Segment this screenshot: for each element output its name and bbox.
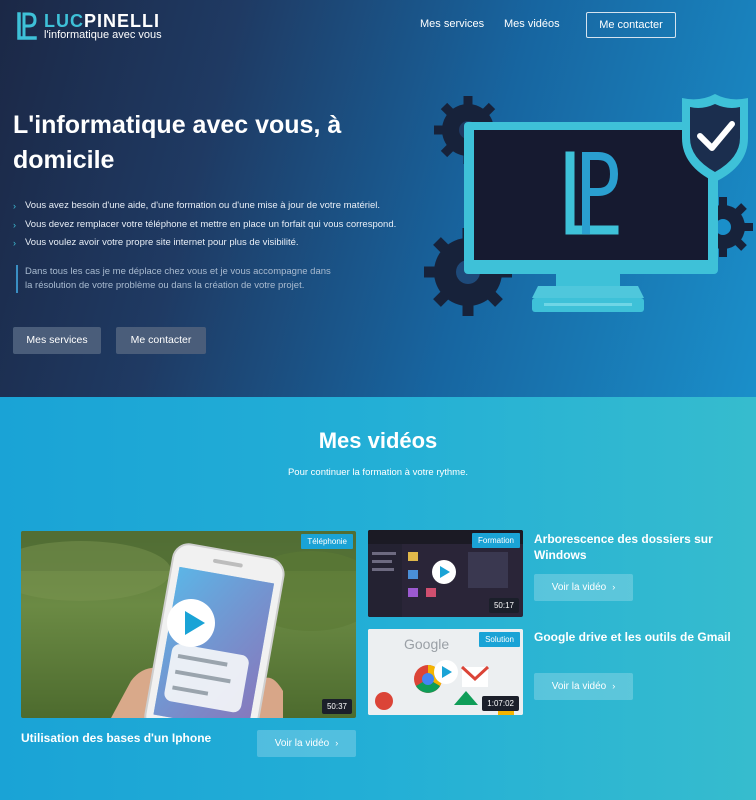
video-title[interactable]: Utilisation des bases d'un Iphone — [21, 730, 241, 746]
hero-quote: Dans tous les cas je me déplace chez vou… — [16, 265, 336, 293]
duration-badge: 50:17 — [488, 598, 519, 613]
hero-title: L'informatique avec vous, à domicile — [13, 111, 342, 174]
nav-contact-button[interactable]: Me contacter — [586, 12, 676, 38]
hero-section: LUCPINELLI l'informatique avec vous Mes … — [0, 0, 756, 397]
svg-text:Google: Google — [404, 636, 449, 652]
video-thumbnail-google[interactable]: Google Solution 1:07:02 — [368, 629, 523, 715]
chevron-right-icon: › — [13, 201, 16, 211]
category-badge: Téléphonie — [301, 534, 353, 549]
logo-tagline: l'informatique avec vous — [44, 29, 162, 41]
chevron-right-icon: › — [612, 582, 616, 592]
hero-bullet-list: › Vous avez besoin d'une aide, d'une form… — [13, 197, 433, 253]
category-badge: Solution — [479, 632, 520, 647]
hero-bullet: › Vous voulez avoir votre propre site int… — [13, 234, 433, 253]
video-thumbnail-windows[interactable]: Formation 50:17 — [368, 530, 523, 617]
chevron-right-icon: › — [612, 681, 616, 691]
nav-link-services[interactable]: Mes services — [420, 18, 484, 30]
category-badge: Formation — [471, 533, 520, 548]
hero-contact-button[interactable]: Me contacter — [116, 327, 206, 354]
play-icon — [432, 560, 456, 584]
logo-mark-icon — [17, 12, 37, 40]
hero-bullet: › Vous devez remplacer votre téléphone et… — [13, 216, 433, 235]
watch-video-button[interactable]: Voir la vidéo › — [534, 673, 633, 700]
nav-link-videos[interactable]: Mes vidéos — [504, 18, 560, 30]
watch-video-button[interactable]: Voir la vidéo › — [257, 730, 356, 757]
duration-badge: 1:07:02 — [482, 696, 519, 711]
chevron-right-icon: › — [13, 238, 16, 248]
hero-services-button[interactable]: Mes services — [13, 327, 101, 354]
video-title[interactable]: Arborescence des dossiers sur Windows — [534, 531, 734, 563]
video-title[interactable]: Google drive et les outils de Gmail — [534, 629, 734, 645]
iphone-scene-image — [21, 531, 356, 718]
duration-badge: 50:37 — [321, 699, 352, 714]
hero-illustration — [424, 94, 753, 316]
chevron-right-icon: › — [13, 219, 16, 230]
videos-section: Mes vidéos Pour continuer la formation à… — [0, 397, 756, 800]
monitor-icon — [464, 122, 718, 312]
play-icon — [167, 599, 215, 647]
videos-title: Mes vidéos — [318, 428, 438, 453]
play-icon — [434, 660, 458, 684]
chevron-right-icon: › — [335, 738, 339, 748]
site-logo[interactable]: LUCPINELLI l'informatique avec vous — [16, 11, 166, 42]
hero-bullet: › Vous avez besoin d'une aide, d'une form… — [13, 197, 433, 216]
watch-video-button[interactable]: Voir la vidéo › — [534, 574, 633, 601]
videos-subtitle: Pour continuer la formation à votre ryth… — [287, 467, 469, 478]
video-thumbnail-iphone[interactable]: Téléphonie 50:37 — [21, 531, 356, 718]
